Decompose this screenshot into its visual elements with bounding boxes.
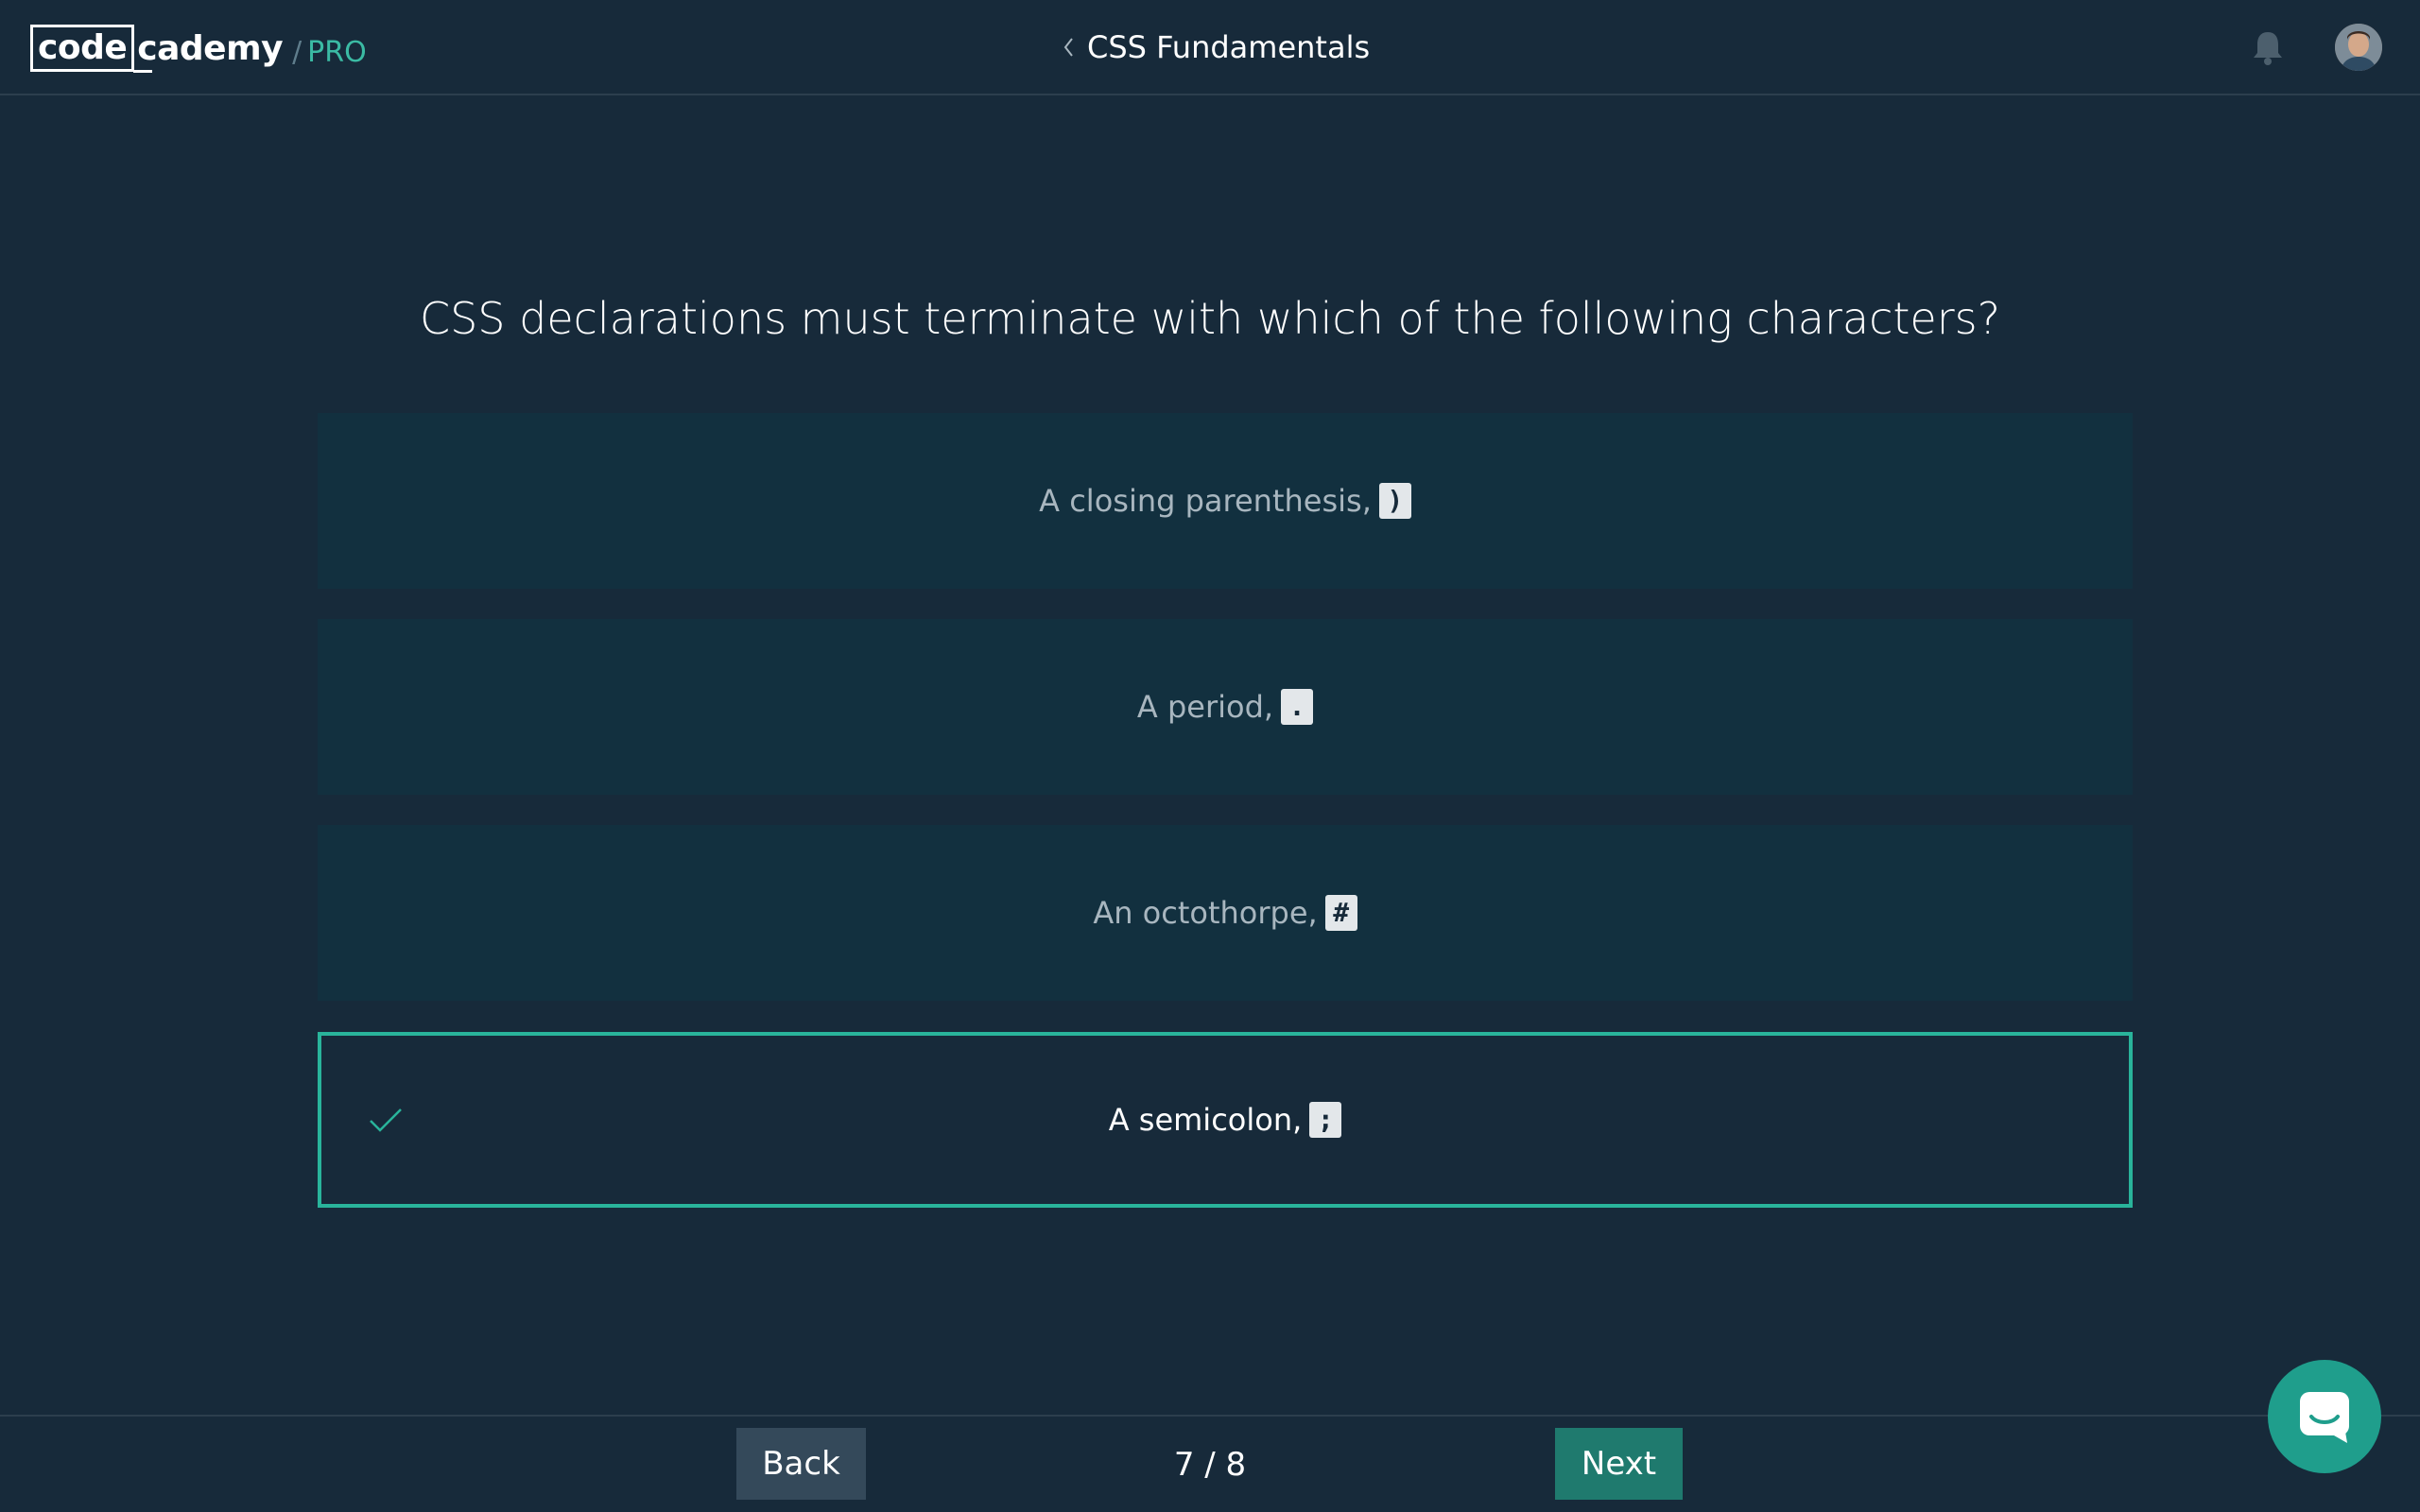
answer-option-4-selected[interactable]: A semicolon, ;	[318, 1032, 2133, 1208]
answer-option-label: A closing parenthesis,	[1039, 483, 1372, 519]
answer-option-label: A semicolon,	[1108, 1102, 1303, 1138]
answer-option-1[interactable]: A closing parenthesis, )	[318, 413, 2133, 589]
next-button[interactable]: Next	[1555, 1428, 1683, 1500]
user-avatar[interactable]	[2335, 24, 2382, 71]
top-bar: code cademy / PRO CSS Fundamentals	[0, 0, 2420, 95]
answer-code-chip: #	[1324, 895, 1357, 931]
logo-pro-text: PRO	[307, 35, 367, 69]
logo-code-box: code	[30, 25, 153, 73]
answer-option-label: An octothorpe,	[1093, 895, 1318, 931]
chat-icon	[2300, 1392, 2349, 1443]
logo-slash: /	[292, 35, 302, 69]
logo-code-text: code	[38, 28, 128, 67]
logo-pro-label: / PRO	[292, 36, 367, 69]
chevron-left-icon	[1063, 38, 1073, 57]
course-title-text: CSS Fundamentals	[1087, 29, 1371, 65]
codecademy-pro-logo[interactable]: code cademy / PRO	[30, 24, 367, 73]
answer-code-chip: ;	[1309, 1102, 1342, 1138]
quiz-progress: 7 / 8	[1173, 1446, 1247, 1484]
back-button[interactable]: Back	[736, 1428, 866, 1500]
checkmark-icon	[370, 1108, 402, 1132]
avatar-image	[2335, 24, 2382, 71]
answer-option-3[interactable]: An octothorpe, #	[318, 825, 2133, 1001]
chat-launcher-button[interactable]	[2268, 1360, 2381, 1473]
logo-cademy-text: cademy	[137, 28, 284, 68]
logo-cursor	[133, 70, 153, 73]
quiz-question: CSS declarations must terminate with whi…	[419, 293, 2000, 344]
answer-option-2[interactable]: A period, .	[318, 619, 2133, 795]
answer-code-chip: )	[1378, 483, 1411, 519]
answer-code-chip: .	[1281, 689, 1314, 725]
course-title-link[interactable]: CSS Fundamentals	[1059, 23, 1370, 72]
answer-option-label: A period,	[1136, 689, 1274, 725]
bell-icon[interactable]	[2250, 28, 2286, 66]
